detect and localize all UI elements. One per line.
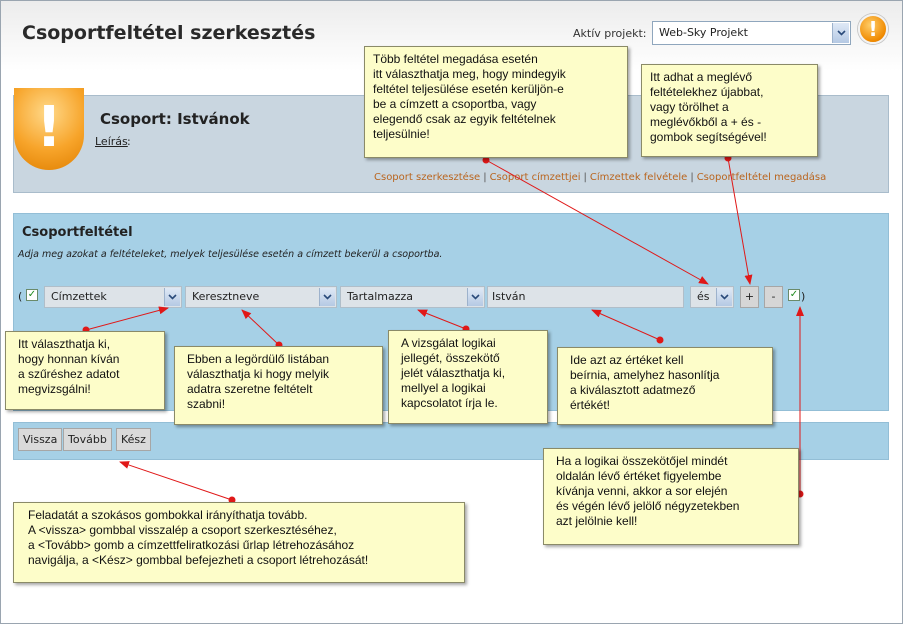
- group-nav-links: Csoport szerkesztése | Csoport címzettjei |…: [374, 172, 827, 183]
- source-select-value: Címzettek: [51, 290, 107, 303]
- connector-select-value: és: [697, 290, 710, 303]
- note-value: Ide azt az értéket kell beírnia, amelyhe…: [557, 347, 773, 425]
- note-add-remove: Itt adhat a meglévő feltételekhez újabba…: [641, 64, 818, 157]
- page-title: Csoportfeltétel szerkesztés: [22, 22, 316, 44]
- add-condition-button[interactable]: +: [740, 286, 759, 308]
- done-button[interactable]: Kész: [116, 428, 151, 451]
- chevron-down-icon: [164, 288, 180, 306]
- note-checkboxes: Ha a logikai összekötőjel mindét oldalán…: [543, 448, 799, 545]
- left-checkbox[interactable]: ✓: [26, 289, 38, 301]
- close-paren: ): [801, 290, 806, 303]
- operator-select-value: Tartalmazza: [347, 290, 414, 303]
- condition-subtitle: Adja meg azokat a feltételeket, melyek t…: [18, 249, 443, 260]
- chevron-down-icon: [467, 288, 483, 306]
- field-select[interactable]: Keresztneve: [185, 286, 337, 308]
- chevron-down-icon: [832, 23, 849, 43]
- source-select[interactable]: Címzettek: [44, 286, 182, 308]
- note-navigation-buttons: Feladatát a szokásos gombokkal irányítha…: [13, 502, 465, 583]
- note-operator: A vizsgálat logikai jellegét, összekötő …: [388, 330, 548, 424]
- note-connector-choice: Több feltétel megadása esetén itt válasz…: [364, 46, 628, 158]
- checkbox-checked-icon: ✓: [789, 289, 799, 300]
- description-colon: :: [127, 135, 131, 148]
- chevron-down-icon: [716, 288, 732, 306]
- remove-condition-button[interactable]: -: [764, 286, 783, 308]
- project-select-value: Web-Sky Projekt: [659, 26, 748, 39]
- open-paren: (: [18, 290, 23, 303]
- next-button[interactable]: Tovább: [63, 428, 112, 451]
- operator-select[interactable]: Tartalmazza: [340, 286, 485, 308]
- note-source: Itt választhatja ki, hogy honnan kíván a…: [5, 331, 165, 410]
- group-title: Csoport: Istvánok: [100, 110, 250, 128]
- value-input[interactable]: István: [487, 286, 684, 308]
- back-button[interactable]: Vissza: [18, 428, 63, 451]
- link-group-condition[interactable]: Csoportfeltétel megadása: [697, 172, 827, 183]
- chevron-down-icon: [319, 288, 335, 306]
- checkbox-checked-icon: ✓: [27, 289, 37, 300]
- note-field: Ebben a legördülő listában választhatja …: [174, 346, 383, 425]
- right-checkbox[interactable]: ✓: [788, 289, 800, 301]
- description-label: Leírás: [95, 135, 128, 148]
- project-select[interactable]: Web-Sky Projekt: [652, 21, 851, 45]
- connector-select[interactable]: és: [690, 286, 734, 308]
- link-add-recipients[interactable]: Címzettek felvétele: [590, 172, 687, 183]
- condition-title: Csoportfeltétel: [22, 225, 133, 240]
- warning-icon: !: [14, 88, 84, 170]
- warning-icon: !: [858, 14, 888, 44]
- project-label: Aktív projekt:: [573, 27, 647, 40]
- link-group-recipients[interactable]: Csoport címzettjei: [490, 172, 581, 183]
- field-select-value: Keresztneve: [192, 290, 260, 303]
- link-edit-group[interactable]: Csoport szerkesztése: [374, 172, 480, 183]
